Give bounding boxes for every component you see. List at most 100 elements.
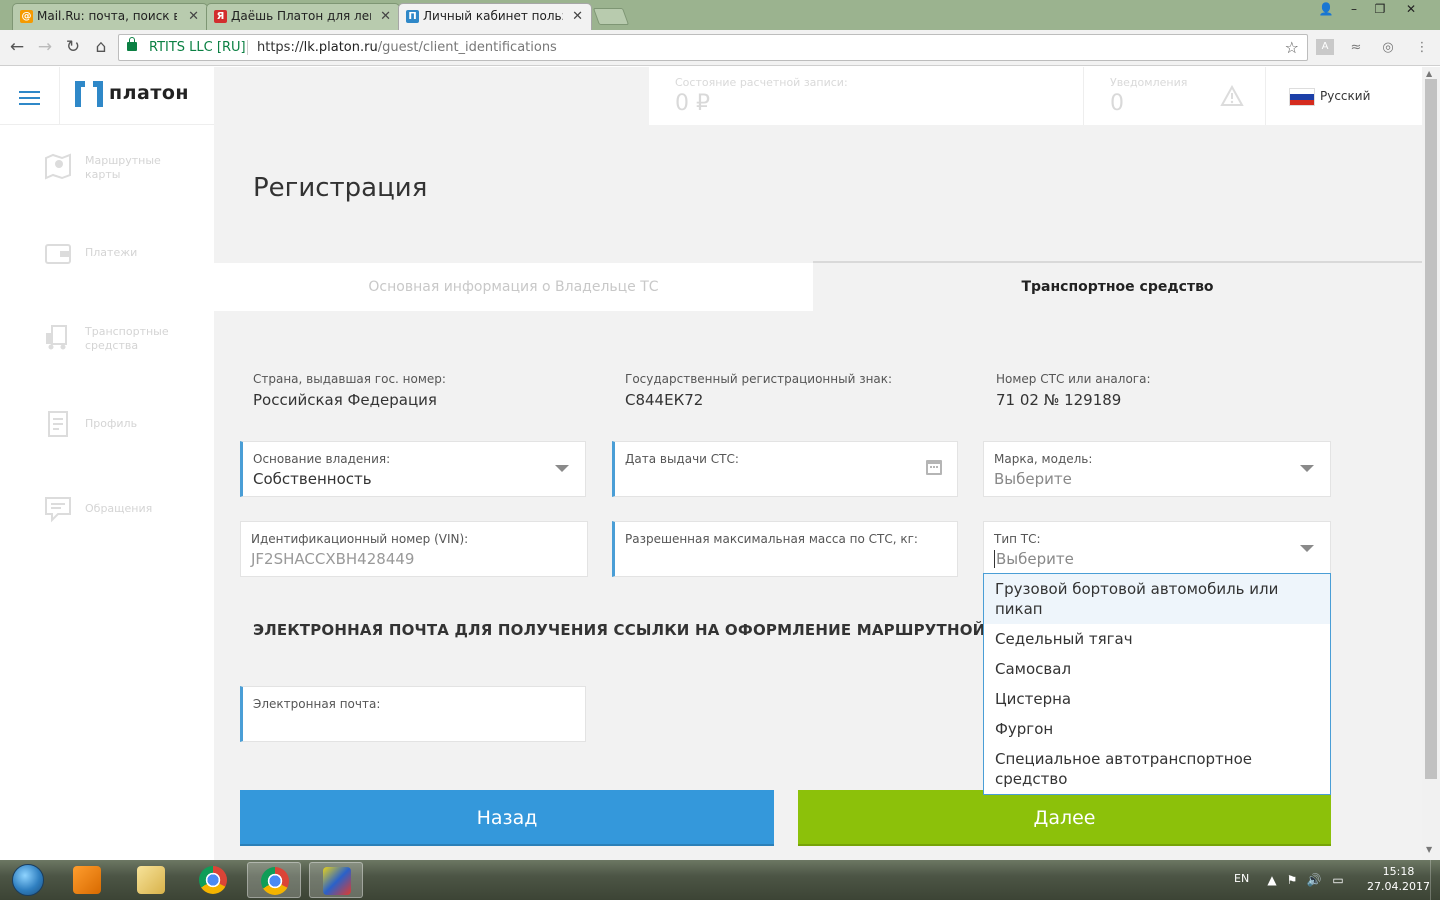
vehicle-form: Страна, выдавшая гос. номер: Российская … [214, 311, 1422, 860]
input-language[interactable]: EN [1234, 872, 1249, 885]
sts-date-field[interactable]: Дата выдачи СТС: [612, 441, 958, 497]
vehicle-type-option[interactable]: Самосвал [984, 654, 1330, 684]
vehicle-type-option[interactable]: Специальное автотранспортное средство [984, 744, 1330, 794]
sidebar-item-payments[interactable]: Платежи [0, 239, 214, 299]
sidebar: платон Маршрутные карты Платежи Транспор… [0, 67, 214, 860]
page-title: Регистрация [253, 173, 428, 203]
next-button[interactable]: Далее [798, 790, 1331, 846]
close-window-icon[interactable]: ✕ [1396, 0, 1426, 20]
vin-label: Идентификационный номер (VIN): [251, 532, 469, 546]
scroll-down-icon[interactable]: ▼ [1426, 845, 1432, 854]
browser-tab-dayosh[interactable]: Я Даёшь Платон для легк ✕ [206, 3, 400, 30]
sidebar-header: платон [0, 67, 214, 125]
url-path: /guest/client_identifications [377, 40, 557, 55]
browser-toolbar: ← → ↻ ⌂ RTITS LLC [RU] https://lk.platon… [0, 30, 1440, 66]
bookmark-star-icon[interactable]: ☆ [1285, 35, 1299, 60]
plate-value: С844ЕК72 [625, 391, 704, 409]
sidebar-item-profile[interactable]: Профиль [0, 410, 214, 470]
close-tab-icon[interactable]: ✕ [572, 4, 583, 29]
vehicle-type-option[interactable]: Грузовой бортовой автомобиль или пикап [984, 574, 1330, 624]
minimize-icon[interactable]: – [1340, 0, 1368, 20]
url-text[interactable]: https://lk.platon.ru/guest/client_identi… [257, 35, 557, 60]
vehicle-type-option[interactable]: Седельный тягач [984, 624, 1330, 654]
close-tab-icon[interactable]: ✕ [188, 4, 199, 29]
sidebar-item-vehicles[interactable]: Транспортные средства [0, 323, 214, 383]
tab-owner-info[interactable]: Основная информация о Владельце ТС [214, 263, 813, 311]
windows-logo-icon [12, 864, 44, 896]
scrollbar-thumb[interactable] [1425, 79, 1437, 779]
vin-field[interactable]: Идентификационный номер (VIN): JF2SHACCX… [240, 521, 588, 577]
balance-widget[interactable]: Состояние расчетной записи: 0 ₽ [649, 67, 1083, 125]
vin-value: JF2SHACCXBH428449 [251, 550, 415, 568]
reload-icon[interactable]: ↻ [62, 36, 84, 58]
back-button[interactable]: Назад [240, 790, 774, 846]
start-button[interactable] [4, 861, 52, 899]
address-bar[interactable]: RTITS LLC [RU] https://lk.platon.ru/gues… [118, 34, 1308, 61]
volume-icon[interactable]: 🔊 [1306, 872, 1322, 888]
notifications-widget[interactable]: Уведомления 0 [1083, 67, 1265, 125]
taskbar-explorer[interactable] [124, 862, 178, 898]
sts-number-value: 71 02 № 129189 [996, 391, 1122, 409]
vehicle-type-select[interactable]: Тип ТС: Выберите [983, 521, 1331, 577]
vehicle-type-placeholder: Выберите [994, 550, 1074, 568]
system-tray: EN ▲ ⚑ 🔊 ▭ 15:18 27.04.2017 [1210, 860, 1440, 900]
certificate-label[interactable]: RTITS LLC [RU] [149, 35, 246, 60]
country-value: Российская Федерация [253, 391, 437, 409]
url-host: lk.platon.ru [303, 40, 378, 55]
sidebar-item-requests[interactable]: Обращения [0, 495, 214, 555]
vehicle-type-label: Тип ТС: [994, 532, 1041, 546]
taskbar-chrome-active[interactable] [247, 862, 301, 898]
vehicle-type-option[interactable]: Цистерна [984, 684, 1330, 714]
email-field[interactable]: Электронная почта: [240, 686, 586, 742]
browser-tab-mailru[interactable]: @ Mail.Ru: почта, поиск в ✕ [12, 3, 208, 30]
browser-tab-title: Mail.Ru: почта, поиск в [37, 9, 177, 23]
browser-tab-title: Даёшь Платон для легк [231, 9, 371, 23]
home-icon[interactable]: ⌂ [90, 36, 112, 58]
browser-tab-platon[interactable]: П Личный кабинет пользо ✕ [398, 3, 592, 30]
network-icon[interactable]: ▭ [1330, 872, 1346, 888]
folder-icon [137, 866, 165, 894]
browser-menu-icon[interactable]: ⋮ [1412, 38, 1432, 58]
platon-favicon-icon: П [406, 10, 419, 23]
hamburger-menu-icon[interactable] [19, 91, 40, 105]
page-scrollbar[interactable]: ▲ ▼ [1422, 67, 1440, 860]
scroll-up-icon[interactable]: ▲ [1426, 69, 1432, 78]
forward-arrow-icon[interactable]: → [34, 36, 56, 58]
taskbar-chrome[interactable] [186, 862, 240, 898]
max-mass-field[interactable]: Разрешенная максимальная масса по СТС, к… [612, 521, 958, 577]
show-desktop-button[interactable] [1430, 860, 1440, 900]
extension-a-icon[interactable]: A [1316, 39, 1334, 55]
email-section-title: ЭЛЕКТРОННАЯ ПОЧТА ДЛЯ ПОЛУЧЕНИЯ ССЫЛКИ Н… [253, 621, 1053, 639]
extension-globe-icon[interactable]: ◎ [1378, 38, 1398, 58]
tray-expand-icon[interactable]: ▲ [1264, 872, 1280, 888]
brand-model-select[interactable]: Марка, модель: Выберите [983, 441, 1331, 497]
clock[interactable]: 15:18 27.04.2017 [1367, 864, 1430, 894]
close-tab-icon[interactable]: ✕ [380, 4, 391, 29]
balance-label: Состояние расчетной записи: [675, 76, 848, 89]
extension-wing-icon[interactable]: ≈ [1346, 38, 1366, 58]
taskbar-media-player[interactable] [60, 862, 114, 898]
chrome-icon [199, 866, 227, 894]
chrome-icon [261, 867, 289, 895]
sidebar-item-label: Обращения [85, 502, 153, 515]
flag-icon[interactable]: ⚑ [1284, 872, 1300, 888]
sidebar-item-label: Маршрутные карты [85, 154, 161, 181]
calendar-icon[interactable] [926, 460, 942, 475]
new-tab-button[interactable] [592, 8, 630, 25]
clock-time: 15:18 [1382, 865, 1415, 878]
chevron-down-icon [1300, 545, 1314, 552]
sts-date-label: Дата выдачи СТС: [625, 452, 739, 466]
tab-vehicle[interactable]: Транспортное средство [813, 261, 1422, 311]
vehicle-type-option[interactable]: Фургон [984, 714, 1330, 744]
back-arrow-icon[interactable]: ← [6, 36, 28, 58]
windows-taskbar: EN ▲ ⚑ 🔊 ▭ 15:18 27.04.2017 [0, 860, 1440, 900]
country-label: Страна, выдавшая гос. номер: [253, 372, 446, 386]
wallet-icon [45, 244, 71, 264]
plate-info: Государственный регистрационный знак: С8… [625, 372, 892, 409]
ownership-select[interactable]: Основание владения: Собственность [240, 441, 586, 497]
user-profile-icon[interactable]: 👤 [1312, 0, 1340, 20]
sidebar-item-route-maps[interactable]: Маршрутные карты [0, 152, 214, 212]
taskbar-app[interactable] [309, 862, 363, 898]
restore-icon[interactable]: ❐ [1366, 0, 1394, 20]
language-selector[interactable]: Русский [1265, 67, 1422, 125]
